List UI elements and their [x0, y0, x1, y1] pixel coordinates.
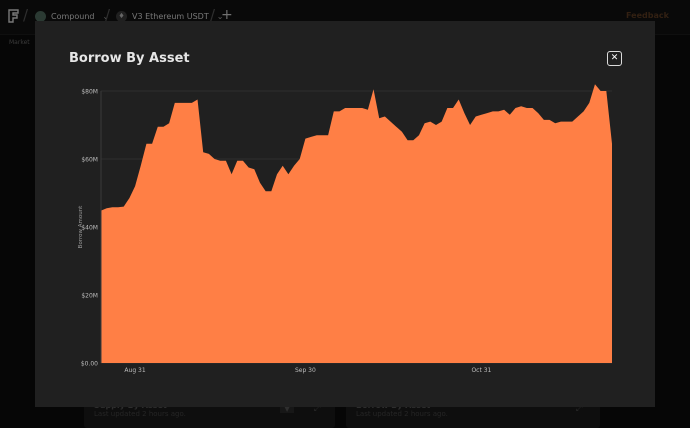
y-axis-title: Borrow Amount — [78, 205, 84, 249]
x-tick-label: Sep 30 — [295, 367, 316, 374]
y-tick-label: $80M — [81, 89, 98, 96]
x-tick-label: Aug 31 — [124, 367, 145, 374]
x-tick-label: Oct 31 — [471, 367, 491, 374]
y-tick-label: $0.00 — [81, 361, 98, 368]
y-tick-label: $20M — [81, 293, 98, 300]
borrow-area-series — [101, 84, 612, 363]
y-tick-label: $60M — [81, 157, 98, 164]
chart-modal: Borrow By Asset ✕ $0.00 $20M $40M $60M $80M A… — [35, 21, 655, 407]
borrow-area-chart: $0.00$20M$40M$60M$80MAug 31 Sep 30 Oct 31B… — [78, 84, 612, 374]
